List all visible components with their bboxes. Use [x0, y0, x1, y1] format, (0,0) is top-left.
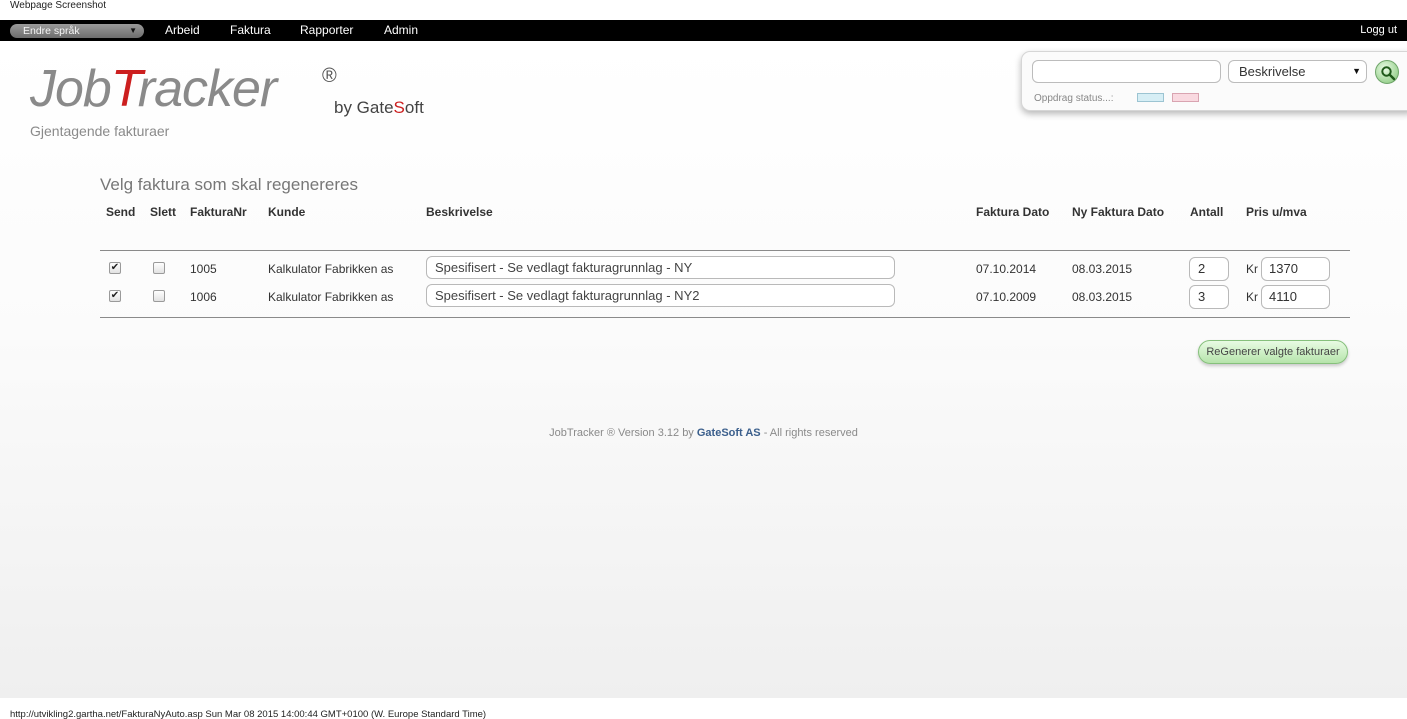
beskrivelse-input[interactable]: Spesifisert - Se vedlagt fakturagrunnlag… — [426, 284, 895, 307]
nav-item-rapporter[interactable]: Rapporter — [300, 23, 353, 37]
column-header-beskrivelse: Beskrivelse — [426, 205, 493, 219]
column-header-antall: Antall — [1190, 205, 1224, 219]
language-select-label: Endre språk — [23, 25, 80, 37]
search-button[interactable] — [1375, 60, 1399, 84]
page-url-caption: http://utvikling2.gartha.net/FakturaNyAu… — [10, 709, 487, 719]
logout-link[interactable]: Logg ut — [1360, 24, 1397, 36]
language-select[interactable]: Endre språk ▼ — [10, 24, 144, 38]
slett-checkbox[interactable] — [153, 290, 165, 302]
dropdown-arrow-icon: ▼ — [129, 26, 137, 35]
page-subtitle: Gjentagende fakturaer — [30, 123, 170, 139]
registered-mark: ® — [322, 65, 337, 87]
fakturanr-cell: 1005 — [190, 262, 217, 276]
column-header-send: Send — [106, 205, 136, 219]
jobtracker-logo: JobTracker — [30, 60, 277, 118]
search-input[interactable] — [1032, 60, 1221, 83]
screenshot-caption: Webpage Screenshot — [10, 0, 106, 11]
currency-label: Kr — [1246, 262, 1258, 276]
section-title: Velg faktura som skal regenereres — [100, 175, 358, 194]
footer-suffix: - All rights reserved — [760, 427, 858, 439]
antall-input[interactable]: 3 — [1189, 285, 1229, 309]
kunde-cell: Kalkulator Fabrikken as — [268, 262, 394, 276]
footer: JobTracker ® Version 3.12 by GateSoft AS… — [0, 427, 1407, 439]
main-content: JobTracker ® by GateSoft Gjentagende fak… — [0, 41, 1407, 698]
status-legend-label: Oppdrag status...: — [1034, 93, 1114, 104]
search-icon — [1381, 66, 1396, 81]
price-input[interactable]: 1370 — [1261, 257, 1330, 281]
column-header-fakturanr: FakturaNr — [190, 205, 247, 219]
search-field-select[interactable]: Beskrivelse ▼ — [1228, 60, 1367, 83]
kunde-cell: Kalkulator Fabrikken as — [268, 290, 394, 304]
column-header-slett: Slett — [150, 205, 177, 219]
search-panel: Beskrivelse ▼ Oppdrag status...: — [1021, 51, 1407, 111]
top-navbar: Endre språk ▼ Arbeid Faktura Rapporter A… — [0, 20, 1407, 41]
faktura-dato-cell: 07.10.2014 — [976, 262, 1037, 276]
column-header-kunde: Kunde — [268, 205, 306, 219]
table-row: ✔ 1006 Kalkulator Fabrikken as Spesifise… — [0, 284, 1407, 310]
nav-item-faktura[interactable]: Faktura — [230, 23, 271, 37]
status-swatch-pink — [1172, 93, 1199, 102]
nav-item-admin[interactable]: Admin — [384, 23, 418, 37]
footer-brand-link[interactable]: GateSoft AS — [697, 427, 761, 439]
faktura-dato-cell: 07.10.2009 — [976, 290, 1037, 304]
column-header-faktura-dato: Faktura Dato — [976, 205, 1050, 219]
fakturanr-cell: 1006 — [190, 290, 217, 304]
status-swatch-blue — [1137, 93, 1164, 102]
currency-label: Kr — [1246, 290, 1258, 304]
beskrivelse-input[interactable]: Spesifisert - Se vedlagt fakturagrunnlag… — [426, 256, 895, 279]
table-row: ✔ 1005 Kalkulator Fabrikken as Spesifise… — [0, 256, 1407, 282]
column-header-pris: Pris u/mva — [1246, 205, 1307, 219]
send-checkbox[interactable]: ✔ — [109, 262, 121, 274]
dropdown-arrow-icon: ▼ — [1352, 66, 1361, 76]
column-header-ny-faktura-dato: Ny Faktura Dato — [1072, 205, 1165, 219]
send-checkbox[interactable]: ✔ — [109, 290, 121, 302]
antall-input[interactable]: 2 — [1189, 257, 1229, 281]
gatesoft-logo: by GateSoft — [334, 98, 424, 117]
slett-checkbox[interactable] — [153, 262, 165, 274]
regenerate-button[interactable]: ReGenerer valgte fakturaer — [1198, 340, 1348, 364]
ny-faktura-dato-cell: 08.03.2015 — [1072, 262, 1133, 276]
footer-prefix: JobTracker ® Version 3.12 by — [549, 427, 697, 439]
ny-faktura-dato-cell: 08.03.2015 — [1072, 290, 1133, 304]
price-input[interactable]: 4110 — [1261, 285, 1330, 309]
search-field-select-label: Beskrivelse — [1239, 64, 1306, 79]
table-bottom-divider — [100, 317, 1350, 318]
nav-item-arbeid[interactable]: Arbeid — [165, 23, 200, 37]
table-top-divider — [100, 250, 1350, 251]
